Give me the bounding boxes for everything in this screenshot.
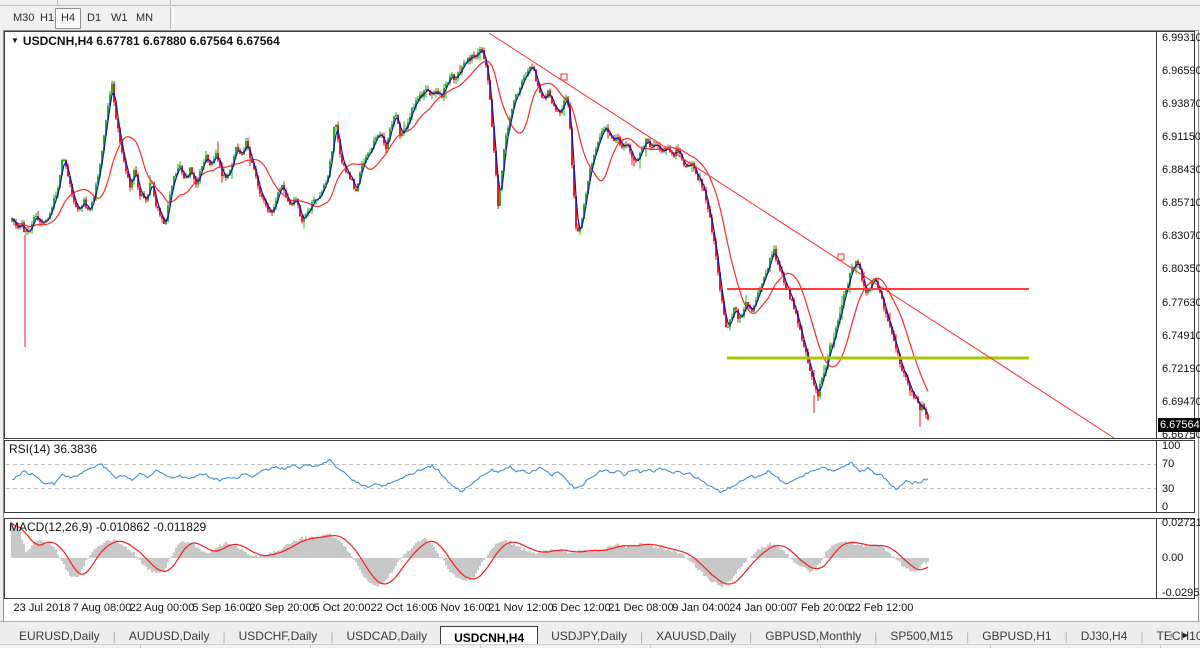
trendline-handle (561, 74, 567, 80)
rsi-axis-label: 100 (1162, 440, 1180, 452)
time-axis-label: 5 Oct 20:00 (314, 602, 371, 614)
symbol-tab-xauusd[interactable]: XAUUSD,Daily (643, 626, 749, 646)
symbol-tab-gbpusd[interactable]: GBPUSD,Monthly (752, 626, 874, 646)
price-axis-label: 6.74910 (1162, 330, 1200, 342)
price-axis-label: 6.83070 (1162, 230, 1200, 242)
chart-window: ▼ USDCNH,H4 6.67781 6.67880 6.67564 6.675… (3, 30, 1199, 622)
macd-axis-label: 0.00 (1162, 552, 1183, 564)
chart-title-text: USDCNH,H4 6.67781 6.67880 6.67564 6.6756… (23, 34, 280, 48)
chevron-down-icon[interactable]: ▼ (11, 36, 19, 45)
current-price-badge: 6.67564 (1158, 418, 1200, 432)
candles-layer (11, 47, 929, 427)
timeframe-button-d1[interactable]: D1 (81, 8, 107, 29)
tab-scroll-right-icon[interactable]: ► (1181, 630, 1196, 640)
price-axis-label: 6.88430 (1162, 164, 1200, 176)
timeframe-button-mn[interactable]: MN (130, 8, 159, 29)
symbol-tab-dj30[interactable]: DJ30,H4 (1068, 626, 1141, 646)
price-axis-label: 6.99310 (1162, 32, 1200, 44)
rsi-axis-label: 30 (1162, 483, 1174, 495)
symbol-tab-usdcad[interactable]: USDCAD,Daily (333, 626, 440, 646)
symbol-tab-audusd[interactable]: AUDUSD,Daily (116, 626, 223, 646)
time-axis-label: 6 Dec 12:00 (551, 602, 610, 614)
rsi-axis-label: 70 (1162, 458, 1174, 470)
timeframe-button-h4[interactable]: H4 (55, 8, 81, 29)
toolbar-divider (57, 0, 58, 5)
tab-scroll-left-icon[interactable]: ◄ (1166, 630, 1181, 640)
time-axis-label: 7 Feb 20:00 (792, 602, 851, 614)
rsi-axis-label: 0 (1162, 501, 1168, 513)
ma-fast-line (12, 50, 928, 414)
price-axis-label: 6.77630 (1162, 297, 1200, 309)
ma-slow-line (12, 61, 928, 391)
rsi-indicator-label: RSI(14) 36.3836 (9, 442, 97, 456)
price-axis-label: 6.96590 (1162, 65, 1200, 77)
time-axis-label: 7 Aug 08:00 (73, 602, 132, 614)
symbol-tab-usdjpy[interactable]: USDJPY,Daily (538, 626, 640, 646)
trendline-handle (838, 254, 844, 260)
bottom-panel-sliver (0, 644, 1200, 648)
macd-axis-label: 0.027219 (1162, 517, 1200, 529)
chart-title: ▼ USDCNH,H4 6.67781 6.67880 6.67564 6.675… (11, 34, 280, 48)
time-axis-label: 20 Sep 20:00 (249, 602, 314, 614)
macd-indicator-label: MACD(12,26,9) -0.010862 -0.011829 (9, 520, 206, 534)
time-axis-label: 22 Oct 16:00 (371, 602, 434, 614)
tab-scroll-arrows: ◄► (1166, 630, 1196, 640)
time-axis-label: 5 Sep 16:00 (192, 602, 251, 614)
time-axis-label: 22 Feb 12:00 (849, 602, 914, 614)
time-axis-label: 9 Jan 04:00 (672, 602, 730, 614)
trendline (489, 33, 1114, 438)
price-axis-label: 6.85710 (1162, 197, 1200, 209)
symbol-tab-eurusd[interactable]: EURUSD,Daily (6, 626, 113, 646)
time-axis-label: 21 Dec 08:00 (608, 602, 673, 614)
symbol-tab-usdchf[interactable]: USDCHF,Daily (226, 626, 331, 646)
symbol-tab-gbpusd[interactable]: GBPUSD,H1 (969, 626, 1064, 646)
toolbar-divider (170, 0, 171, 5)
timeframe-toolbar: M30H1H4D1W1MN (0, 6, 1200, 30)
price-axis-label: 6.72190 (1162, 363, 1200, 375)
price-axis-label: 6.93870 (1162, 98, 1200, 110)
time-axis-label: 6 Nov 16:00 (431, 602, 490, 614)
price-axis-label: 6.80350 (1162, 263, 1200, 275)
mt4-application: M30H1H4D1W1MN ▼ USDCNH,H4 6.67781 6.67880… (0, 0, 1200, 648)
time-axis-label: 22 Aug 00:00 (130, 602, 195, 614)
symbol-tab-sp500[interactable]: SP500,M15 (877, 626, 966, 646)
time-axis-label: 21 Nov 12:00 (488, 602, 553, 614)
toolbar-separator (170, 7, 174, 29)
time-axis-label: 23 Jul 2018 (14, 602, 71, 614)
price-axis-label: 6.69470 (1162, 396, 1200, 408)
macd-axis-label: -0.029558 (1162, 587, 1200, 599)
time-axis-label: 24 Jan 00:00 (729, 602, 793, 614)
price-axis-label: 6.91150 (1162, 131, 1200, 143)
